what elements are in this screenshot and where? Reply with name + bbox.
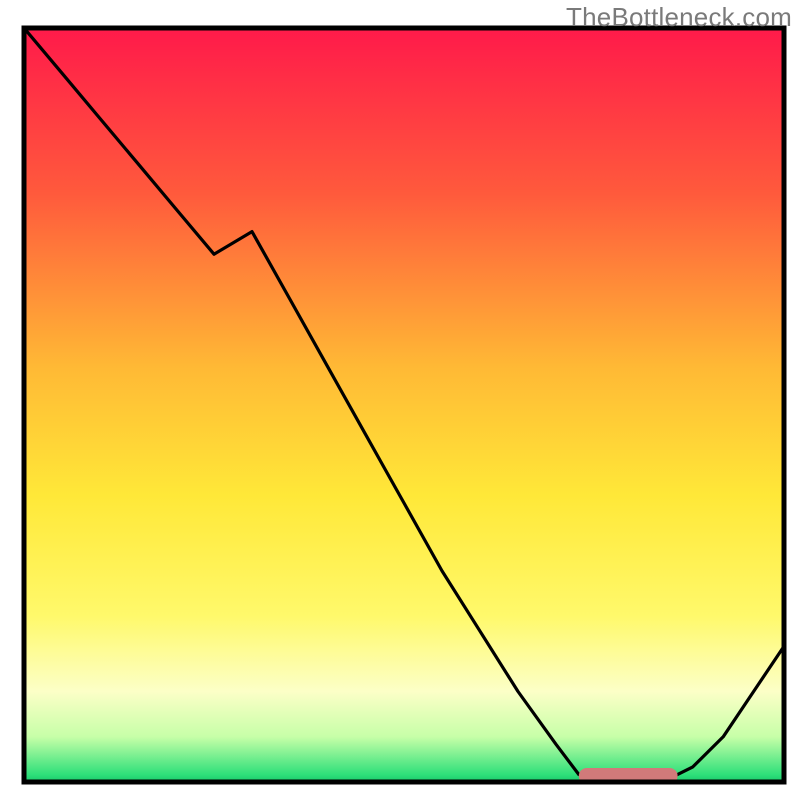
chart-stage: TheBottleneck.com [0,0,800,800]
gradient-background [24,28,784,782]
bottleneck-chart [0,0,800,800]
watermark-text: TheBottleneck.com [566,2,792,33]
